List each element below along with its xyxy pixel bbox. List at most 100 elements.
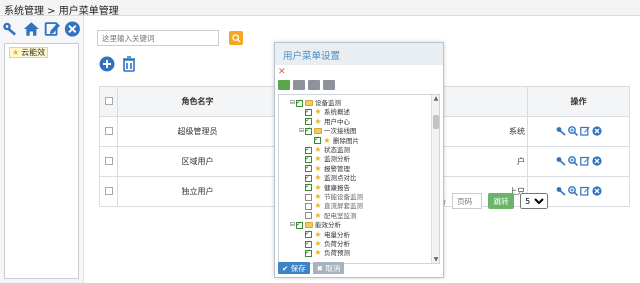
- delete-button[interactable]: [121, 56, 137, 72]
- tree-node[interactable]: ★系统概述: [298, 107, 350, 117]
- tree-node[interactable]: ⊟ 设备监测: [289, 98, 341, 108]
- scroll-up-icon[interactable]: ▲: [432, 95, 439, 102]
- tree-checkbox[interactable]: [296, 220, 303, 229]
- tree-node[interactable]: ★ 直流屏套监测: [298, 202, 363, 210]
- tree-checkbox[interactable]: [305, 173, 312, 182]
- key-icon[interactable]: [556, 126, 566, 136]
- tree-checkbox[interactable]: [314, 135, 321, 145]
- star-icon: ★: [314, 192, 322, 201]
- page-number-input[interactable]: [452, 193, 483, 209]
- star-icon: ★: [314, 107, 322, 117]
- dialog-toolbar: [278, 80, 335, 90]
- tree-toggle-icon[interactable]: ⊟: [289, 99, 296, 107]
- key-icon[interactable]: [556, 156, 566, 166]
- close-circle-icon[interactable]: [591, 125, 602, 136]
- header-checkbox-cell[interactable]: [99, 86, 118, 117]
- operations-cell: [527, 116, 630, 147]
- monitor-icon[interactable]: [278, 80, 290, 90]
- star-icon: ★: [314, 145, 322, 154]
- tree-node[interactable]: ★健康报告: [298, 182, 350, 192]
- trash-icon[interactable]: [323, 80, 335, 90]
- tree-checkbox[interactable]: [305, 126, 312, 135]
- tree-checkbox[interactable]: [305, 212, 312, 220]
- tree-checkbox[interactable]: [305, 229, 312, 239]
- zoom-icon[interactable]: [567, 125, 578, 136]
- select-all-checkbox[interactable]: [104, 96, 113, 105]
- tree-checkbox[interactable]: [305, 182, 312, 192]
- tree-node[interactable]: ★ 配电室监测: [298, 210, 357, 220]
- page-size-select[interactable]: 5: [520, 193, 549, 209]
- star-icon: ★: [12, 48, 20, 57]
- tree-node-label: 负荷分析: [324, 240, 350, 248]
- tree-checkbox[interactable]: [305, 239, 312, 248]
- star-icon: ★: [314, 154, 322, 164]
- tree-checkbox[interactable]: [305, 248, 312, 257]
- zoom-icon[interactable]: [567, 185, 578, 196]
- star-icon: ★: [314, 163, 322, 173]
- tree-node-label: 负荷预测: [324, 249, 350, 258]
- search-input[interactable]: [97, 30, 219, 46]
- scroll-down-icon[interactable]: ▼: [432, 256, 439, 263]
- tree-node[interactable]: ⊟ 一次接线图: [298, 126, 357, 136]
- tree-node-label: 删除图片: [333, 136, 359, 145]
- key-icon[interactable]: [556, 186, 566, 196]
- row-checkbox[interactable]: [104, 126, 113, 135]
- tree-node-label: 设备监测: [315, 99, 341, 107]
- tree-scrollbar[interactable]: ▲ ▼: [431, 95, 439, 263]
- tree-checkbox[interactable]: [305, 163, 312, 173]
- tree-checkbox[interactable]: [305, 202, 312, 210]
- tree-node[interactable]: ★负荷预测: [298, 248, 350, 258]
- tree-node[interactable]: ★状态监测: [298, 145, 350, 154]
- role-name-cell: 区域用户: [117, 146, 278, 177]
- tree-toggle-icon[interactable]: ⊟: [298, 127, 305, 135]
- star-icon: ★: [314, 210, 322, 220]
- tree-checkbox[interactable]: [305, 107, 312, 116]
- tree-checkbox[interactable]: [296, 98, 303, 107]
- save-button[interactable]: ✔ 保存: [278, 262, 310, 274]
- grid-icon[interactable]: [293, 80, 305, 90]
- tree-node-root[interactable]: ★ 云能效: [9, 47, 49, 58]
- tree-node[interactable]: ★电量分析: [298, 229, 350, 239]
- folder-icon: [305, 222, 313, 229]
- folder-icon: [314, 128, 322, 135]
- tree-node[interactable]: ★负荷分析: [298, 239, 350, 248]
- add-button[interactable]: [99, 56, 115, 72]
- tree-node[interactable]: ★用户中心: [298, 116, 350, 126]
- tree-node[interactable]: ★报警管理: [298, 163, 350, 173]
- tree-checkbox[interactable]: [305, 116, 312, 126]
- close-circle-icon[interactable]: [591, 185, 602, 196]
- zoom-icon[interactable]: [567, 155, 578, 166]
- dialog-close-icon[interactable]: ✕: [278, 68, 286, 77]
- tree-node-label: 状态监测: [324, 146, 350, 154]
- home-icon[interactable]: [23, 20, 40, 38]
- tree-node[interactable]: ★监测点对比: [298, 173, 357, 182]
- tree-toggle-icon[interactable]: ⊟: [289, 221, 296, 229]
- tree-node[interactable]: ⊟ 能效分析: [289, 220, 341, 230]
- row-checkbox[interactable]: [104, 156, 113, 165]
- close-circle-icon[interactable]: [64, 20, 81, 38]
- scroll-thumb[interactable]: [433, 115, 439, 129]
- key-icon[interactable]: [2, 20, 19, 38]
- edit-icon[interactable]: [579, 156, 590, 166]
- tree-node-label: 报警管理: [324, 164, 350, 173]
- tree-node[interactable]: ★ 节能设备监测: [298, 193, 363, 201]
- tree-checkbox[interactable]: [305, 193, 312, 201]
- tree-checkbox[interactable]: [305, 154, 312, 163]
- search-button[interactable]: [229, 31, 243, 45]
- tree-node-label: 健康报告: [324, 183, 350, 192]
- tree-node-label: 直流屏套监测: [324, 202, 363, 211]
- row-checkbox[interactable]: [104, 186, 113, 195]
- star-icon: ★: [314, 182, 322, 192]
- breadcrumb: 系统管理 > 用户菜单管理: [0, 0, 640, 17]
- edit-icon[interactable]: [579, 126, 590, 136]
- star-icon: ★: [314, 201, 322, 211]
- go-button[interactable]: 跳转: [488, 193, 515, 209]
- user-icon[interactable]: [308, 80, 320, 90]
- close-circle-icon[interactable]: [591, 155, 602, 166]
- edit-icon[interactable]: [579, 186, 590, 196]
- edit-icon[interactable]: [44, 20, 61, 38]
- tree-node[interactable]: ★监测分析: [298, 154, 350, 164]
- cancel-button[interactable]: ✖ 取消: [312, 262, 345, 274]
- tree-node[interactable]: ★删除图片: [307, 135, 359, 145]
- tree-checkbox[interactable]: [305, 145, 312, 154]
